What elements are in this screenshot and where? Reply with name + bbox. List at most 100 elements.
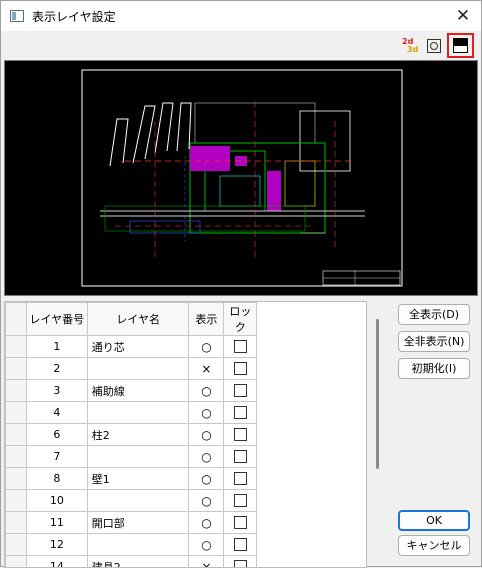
layer-name-cell[interactable] <box>87 446 189 468</box>
column-header-name[interactable]: レイヤ名 <box>87 303 189 336</box>
layer-number-cell[interactable]: 3 <box>26 380 87 402</box>
2d-3d-icon[interactable]: 2d 3d <box>400 36 420 56</box>
row-filler <box>257 490 366 512</box>
row-selector[interactable] <box>6 358 27 380</box>
layer-number-cell[interactable]: 7 <box>26 446 87 468</box>
layer-number-cell[interactable]: 2 <box>26 358 87 380</box>
column-header-visible[interactable]: 表示 <box>189 303 224 336</box>
layer-number-cell[interactable]: 8 <box>26 468 87 490</box>
layer-number-cell[interactable]: 11 <box>26 512 87 534</box>
layer-name-cell[interactable] <box>87 490 189 512</box>
lock-cell <box>224 556 257 568</box>
table-row[interactable]: 1通り芯○ <box>6 336 366 358</box>
layer-name-cell[interactable]: 建具2 <box>87 556 189 568</box>
show-all-button[interactable]: 全表示(D) <box>398 304 470 325</box>
visibility-toggle[interactable]: ○ <box>189 534 224 556</box>
lock-checkbox[interactable] <box>234 538 247 551</box>
row-selector-header <box>6 303 27 336</box>
lock-checkbox[interactable] <box>234 450 247 463</box>
layer-number-cell[interactable]: 4 <box>26 402 87 424</box>
layer-name-cell[interactable]: 開口部 <box>87 512 189 534</box>
layer-name-cell[interactable]: 壁1 <box>87 468 189 490</box>
hide-all-button[interactable]: 全非表示(N) <box>398 331 470 352</box>
background-color-icon[interactable] <box>447 33 474 58</box>
lock-cell <box>224 336 257 358</box>
visibility-toggle[interactable]: ○ <box>189 336 224 358</box>
visibility-toggle[interactable]: ○ <box>189 380 224 402</box>
row-filler <box>257 380 366 402</box>
row-selector[interactable] <box>6 380 27 402</box>
reset-button[interactable]: 初期化(I) <box>398 358 470 379</box>
layer-display-dialog: 表示レイヤ設定 ✕ 2d 3d <box>0 0 482 567</box>
layer-name-cell[interactable]: 通り芯 <box>87 336 189 358</box>
lock-checkbox[interactable] <box>234 406 247 419</box>
layer-table: レイヤ番号 レイヤ名 表示 ロック 1通り芯○2×3補助線○4○6柱2○7○8壁… <box>4 301 367 568</box>
button-panel-scrollbar[interactable] <box>376 319 379 469</box>
column-header-number[interactable]: レイヤ番号 <box>26 303 87 336</box>
row-selector[interactable] <box>6 534 27 556</box>
lock-cell <box>224 512 257 534</box>
lock-checkbox[interactable] <box>234 516 247 529</box>
visibility-toggle[interactable]: ○ <box>189 512 224 534</box>
table-row[interactable]: 7○ <box>6 446 366 468</box>
layer-name-cell[interactable] <box>87 534 189 556</box>
visibility-toggle[interactable]: × <box>189 556 224 568</box>
row-selector[interactable] <box>6 402 27 424</box>
row-selector[interactable] <box>6 424 27 446</box>
layer-number-cell[interactable]: 10 <box>26 490 87 512</box>
lock-checkbox[interactable] <box>234 428 247 441</box>
layer-name-cell[interactable] <box>87 358 189 380</box>
table-row[interactable]: 10 ○ <box>6 490 366 512</box>
zoom-fit-icon[interactable] <box>424 36 444 56</box>
visibility-toggle[interactable]: ○ <box>189 402 224 424</box>
close-button[interactable]: ✕ <box>445 1 481 31</box>
lock-checkbox[interactable] <box>234 384 247 397</box>
table-row[interactable]: 6柱2○ <box>6 424 366 446</box>
layer-number-cell[interactable]: 14 <box>26 556 87 568</box>
row-selector[interactable] <box>6 336 27 358</box>
table-header-row: レイヤ番号 レイヤ名 表示 ロック <box>6 303 366 336</box>
visibility-toggle[interactable]: ○ <box>189 490 224 512</box>
cad-drawing-icon <box>5 61 477 295</box>
table-row[interactable]: 11開口部○ <box>6 512 366 534</box>
table-row[interactable]: 14建具2× <box>6 556 366 568</box>
lock-cell <box>224 424 257 446</box>
lock-checkbox[interactable] <box>234 340 247 353</box>
drawing-preview[interactable] <box>4 60 478 296</box>
row-filler <box>257 358 366 380</box>
table-row[interactable]: 4○ <box>6 402 366 424</box>
table-row[interactable]: 8壁1○ <box>6 468 366 490</box>
column-header-lock[interactable]: ロック <box>224 303 257 336</box>
title-bar: 表示レイヤ設定 ✕ <box>1 1 481 31</box>
row-selector[interactable] <box>6 512 27 534</box>
layer-number-cell[interactable]: 6 <box>26 424 87 446</box>
ok-button[interactable]: OK <box>398 510 470 531</box>
row-selector[interactable] <box>6 556 27 568</box>
layer-number-cell[interactable]: 12 <box>26 534 87 556</box>
layer-name-cell[interactable]: 柱2 <box>87 424 189 446</box>
app-icon <box>10 10 24 22</box>
row-filler <box>257 402 366 424</box>
layer-name-cell[interactable]: 補助線 <box>87 380 189 402</box>
layer-name-cell[interactable] <box>87 402 189 424</box>
lock-checkbox[interactable] <box>234 362 247 375</box>
row-filler <box>257 512 366 534</box>
table-row[interactable]: 12 ○ <box>6 534 366 556</box>
visibility-toggle[interactable]: ○ <box>189 424 224 446</box>
table-row[interactable]: 2× <box>6 358 366 380</box>
row-selector[interactable] <box>6 468 27 490</box>
table-row[interactable]: 3補助線○ <box>6 380 366 402</box>
lock-cell <box>224 380 257 402</box>
row-filler <box>257 446 366 468</box>
visibility-toggle[interactable]: ○ <box>189 446 224 468</box>
layer-number-cell[interactable]: 1 <box>26 336 87 358</box>
visibility-toggle[interactable]: × <box>189 358 224 380</box>
lock-checkbox[interactable] <box>234 472 247 485</box>
lock-checkbox[interactable] <box>234 494 247 507</box>
row-filler <box>257 556 366 568</box>
row-selector[interactable] <box>6 490 27 512</box>
visibility-toggle[interactable]: ○ <box>189 468 224 490</box>
header-filler <box>257 303 366 336</box>
row-selector[interactable] <box>6 446 27 468</box>
cancel-button[interactable]: キャンセル <box>398 535 470 556</box>
